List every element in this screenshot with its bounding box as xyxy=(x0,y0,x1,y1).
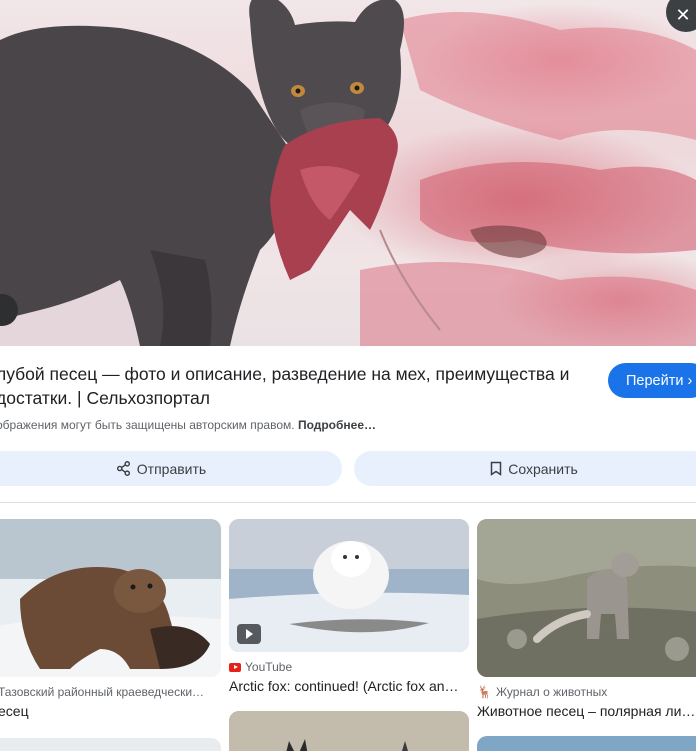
result-title[interactable]: лубой песец — фото и описание, разведени… xyxy=(0,362,596,410)
related-thumbnail[interactable] xyxy=(0,519,221,677)
related-source: 🦌 Журнал о животных xyxy=(477,685,696,699)
arctic-fox-photo xyxy=(229,519,469,652)
related-thumbnail[interactable] xyxy=(477,519,696,677)
related-caption[interactable]: есец xyxy=(0,703,221,719)
arctic-fox-photo xyxy=(0,0,696,346)
play-icon xyxy=(237,624,261,644)
related-source: Тазовский районный краеведчески… xyxy=(0,685,221,699)
save-button[interactable]: Сохранить xyxy=(354,451,696,486)
related-caption[interactable]: Животное песец – полярная ли… xyxy=(477,703,696,719)
save-label: Сохранить xyxy=(508,460,578,477)
share-button[interactable]: Отправить xyxy=(0,451,342,486)
image-viewer-panel: ✕ лубой песец — фото и описание, разведе… xyxy=(0,0,696,751)
arctic-fox-photo xyxy=(229,711,469,751)
related-thumbnail[interactable] xyxy=(0,738,221,751)
bookmark-icon xyxy=(490,461,502,476)
related-thumbnail[interactable] xyxy=(229,519,469,652)
related-thumbnail[interactable] xyxy=(477,736,696,751)
deer-icon: 🦌 xyxy=(477,685,492,699)
more-link[interactable]: Подробнее… xyxy=(298,418,376,432)
arctic-fox-photo xyxy=(477,519,696,677)
youtube-icon xyxy=(229,662,241,672)
related-source: YouTube xyxy=(229,660,469,674)
related-card[interactable]: Тазовский районный краеведчески… есец xyxy=(0,519,221,751)
chevron-right-icon: › xyxy=(687,372,693,389)
related-thumbnail[interactable] xyxy=(229,711,469,751)
copyright-notice: ображения могут быть защищены авторским … xyxy=(0,418,376,432)
visit-label: Перейти xyxy=(626,372,684,389)
related-caption[interactable]: Arctic fox: continued! (Arctic fox an… xyxy=(229,678,469,694)
visit-button[interactable]: Перейти › xyxy=(608,363,696,398)
related-source-label: YouTube xyxy=(245,660,293,674)
share-label: Отправить xyxy=(136,460,207,477)
arctic-fox-photo xyxy=(0,519,221,677)
related-source-label: Тазовский районный краеведчески… xyxy=(0,685,205,699)
divider xyxy=(0,502,696,503)
related-source-label: Журнал о животных xyxy=(495,685,608,699)
main-image[interactable]: ✕ xyxy=(0,0,696,346)
related-card[interactable]: 🦌 Журнал о животных Животное песец – пол… xyxy=(477,519,696,751)
share-icon xyxy=(116,461,130,476)
copyright-text: ображения могут быть защищены авторским … xyxy=(0,418,295,432)
close-icon: ✕ xyxy=(675,4,691,25)
